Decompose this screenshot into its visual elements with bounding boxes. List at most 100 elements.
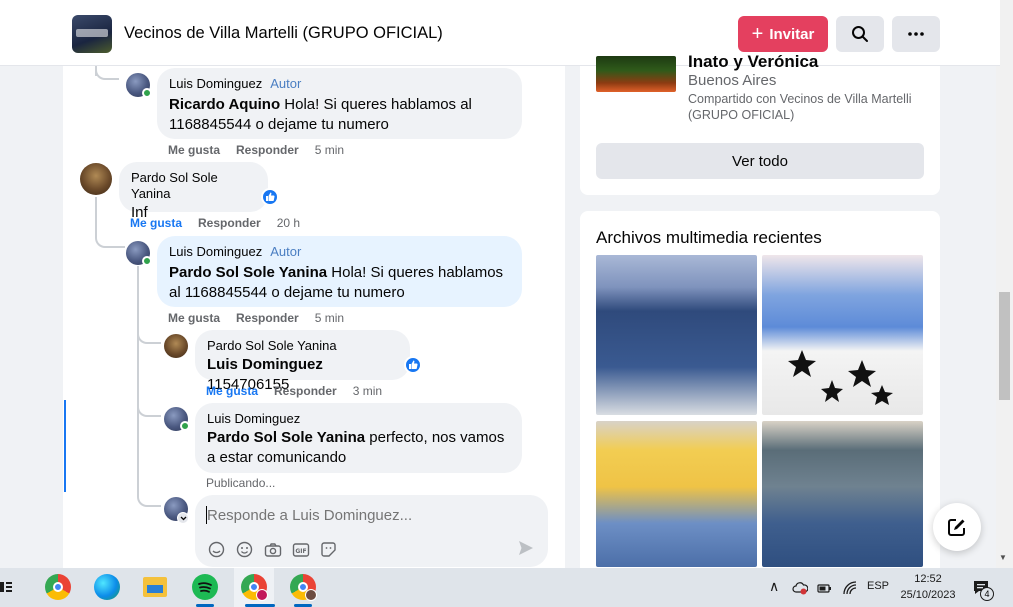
notification-center-icon[interactable]: 4: [972, 579, 994, 601]
like-link[interactable]: Me gusta: [206, 384, 258, 398]
search-icon: [852, 26, 868, 42]
invite-button[interactable]: + Invitar: [738, 16, 828, 52]
see-all-button[interactable]: Ver todo: [596, 143, 924, 179]
page-scrollbar[interactable]: [996, 0, 1013, 568]
star-print-pattern: [788, 350, 893, 405]
clock-time: 12:52: [914, 573, 942, 585]
online-status-dot: [142, 88, 152, 98]
search-button[interactable]: [836, 16, 884, 52]
comment-author[interactable]: Pardo Sol Sole Yanina: [131, 170, 256, 202]
focus-indicator: [64, 400, 66, 492]
publishing-status: Publicando...: [206, 476, 276, 490]
comment-text: Ricardo Aquino Hola! Si queres hablamos …: [169, 96, 472, 133]
comment-bubble: Luis Dominguez Autor Ricardo Aquino Hola!…: [157, 68, 522, 139]
emoji-icon[interactable]: [235, 540, 254, 559]
taskbar-clock[interactable]: 12:52 25/10/2023: [897, 571, 959, 603]
recent-media-title: Archivos multimedia recientes: [596, 228, 822, 247]
comment-text: Pardo Sol Sole Yanina perfecto, nos vamo…: [207, 429, 505, 466]
edge-icon[interactable]: [94, 574, 120, 600]
chrome-profile-icon[interactable]: [290, 574, 317, 601]
shared-post-title[interactable]: Inato y Verónica: [688, 52, 818, 72]
thumbs-up-icon: [266, 192, 275, 201]
thread-connector: [137, 403, 161, 417]
author-badge: Autor: [270, 244, 302, 259]
group-header: Vecinos de Villa Martelli (GRUPO OFICIAL…: [0, 0, 1000, 66]
more-icon: [908, 32, 924, 36]
cloud-alert-icon[interactable]: [792, 581, 809, 595]
comment-text: Pardo Sol Sole Yanina Hola! Si queres ha…: [169, 264, 504, 301]
spotify-icon[interactable]: [192, 574, 218, 600]
reply-link[interactable]: Responder: [274, 384, 337, 398]
comment-author[interactable]: Luis Dominguez Autor: [169, 244, 510, 260]
comment-actions: Me gusta Responder 5 min: [168, 143, 360, 157]
comment-timestamp[interactable]: 5 min: [315, 143, 344, 157]
reply-link[interactable]: Responder: [198, 216, 261, 230]
like-link[interactable]: Me gusta: [130, 216, 182, 230]
avatar-sticker-icon[interactable]: [207, 540, 226, 559]
comment-mention[interactable]: Pardo Sol Sole Yanina: [207, 429, 365, 446]
wifi-icon[interactable]: [842, 580, 858, 596]
reply-link[interactable]: Responder: [236, 143, 299, 157]
send-icon[interactable]: [518, 540, 534, 561]
comment-timestamp[interactable]: 20 h: [277, 216, 300, 230]
comment-mention[interactable]: Luis Dominguez: [207, 356, 323, 373]
scrollbar-thumb[interactable]: [999, 292, 1010, 400]
like-link[interactable]: Me gusta: [168, 143, 220, 157]
comment-bubble: Luis Dominguez Autor Pardo Sol Sole Yanin…: [157, 236, 522, 307]
chrome-icon[interactable]: [45, 574, 71, 600]
sticker-icon[interactable]: [319, 540, 338, 559]
chrome-profile-icon[interactable]: [241, 574, 268, 601]
compose-icon: [948, 519, 965, 536]
language-indicator[interactable]: ESP: [867, 580, 889, 592]
comment-author[interactable]: Luis Dominguez: [207, 411, 510, 427]
new-message-button[interactable]: [933, 503, 981, 551]
comment-author[interactable]: Luis Dominguez Autor: [169, 76, 510, 92]
thread-connector: [137, 330, 161, 344]
invite-label: Invitar: [769, 25, 815, 43]
comment-author[interactable]: Pardo Sol Sole Yanina: [207, 338, 398, 354]
thumbs-up-icon: [409, 360, 418, 369]
avatar[interactable]: [164, 334, 188, 358]
camera-icon[interactable]: [263, 540, 282, 559]
thread-connector: [95, 230, 125, 248]
gif-icon[interactable]: GIF: [291, 540, 310, 559]
page-background: [0, 66, 8, 568]
comment-bubble: Pardo Sol Sole Yanina Luis Dominguez 115…: [195, 330, 410, 393]
task-view-icon[interactable]: [0, 580, 14, 594]
composer-toolbar: GIF: [207, 540, 338, 559]
comment-actions: Me gusta Responder 3 min: [206, 384, 398, 398]
comment-actions: Me gusta Responder 5 min: [168, 311, 360, 325]
shared-post-location: Buenos Aires: [688, 72, 777, 89]
like-reaction-badge[interactable]: [404, 356, 422, 374]
comment-mention[interactable]: Pardo Sol Sole Yanina: [169, 264, 327, 281]
reply-link[interactable]: Responder: [236, 311, 299, 325]
clock-date: 25/10/2023: [900, 589, 956, 601]
reply-input[interactable]: [207, 505, 527, 525]
group-cover-thumbnail[interactable]: [72, 15, 112, 53]
scroll-down-arrow[interactable]: ▼: [999, 553, 1007, 562]
svg-text:GIF: GIF: [295, 548, 306, 555]
shared-with-text: Compartido con Vecinos de Villa Martelli…: [688, 92, 912, 122]
author-badge: Autor: [270, 76, 302, 91]
media-thumbnail[interactable]: [762, 421, 923, 567]
comment-timestamp[interactable]: 5 min: [315, 311, 344, 325]
battery-icon[interactable]: [816, 581, 832, 595]
comment-timestamp[interactable]: 3 min: [353, 384, 382, 398]
like-link[interactable]: Me gusta: [168, 311, 220, 325]
media-thumbnail[interactable]: [762, 255, 923, 415]
thread-line: [137, 266, 139, 494]
more-options-button[interactable]: [892, 16, 940, 52]
file-explorer-icon[interactable]: [143, 577, 167, 597]
media-thumbnail[interactable]: [596, 255, 757, 415]
like-reaction-badge[interactable]: [261, 188, 279, 206]
comment-mention[interactable]: Ricardo Aquino: [169, 96, 280, 113]
chevron-down-icon[interactable]: [177, 512, 189, 524]
thread-connector: [95, 66, 119, 80]
chevron-up-icon[interactable]: ∧: [769, 578, 779, 595]
shared-post-thumbnail[interactable]: [596, 56, 676, 92]
reply-composer[interactable]: GIF: [195, 495, 548, 567]
comment-bubble: Pardo Sol Sole Yanina Inf: [119, 162, 268, 221]
avatar[interactable]: [80, 163, 112, 195]
group-title[interactable]: Vecinos de Villa Martelli (GRUPO OFICIAL…: [124, 24, 443, 43]
media-thumbnail[interactable]: [596, 421, 757, 567]
